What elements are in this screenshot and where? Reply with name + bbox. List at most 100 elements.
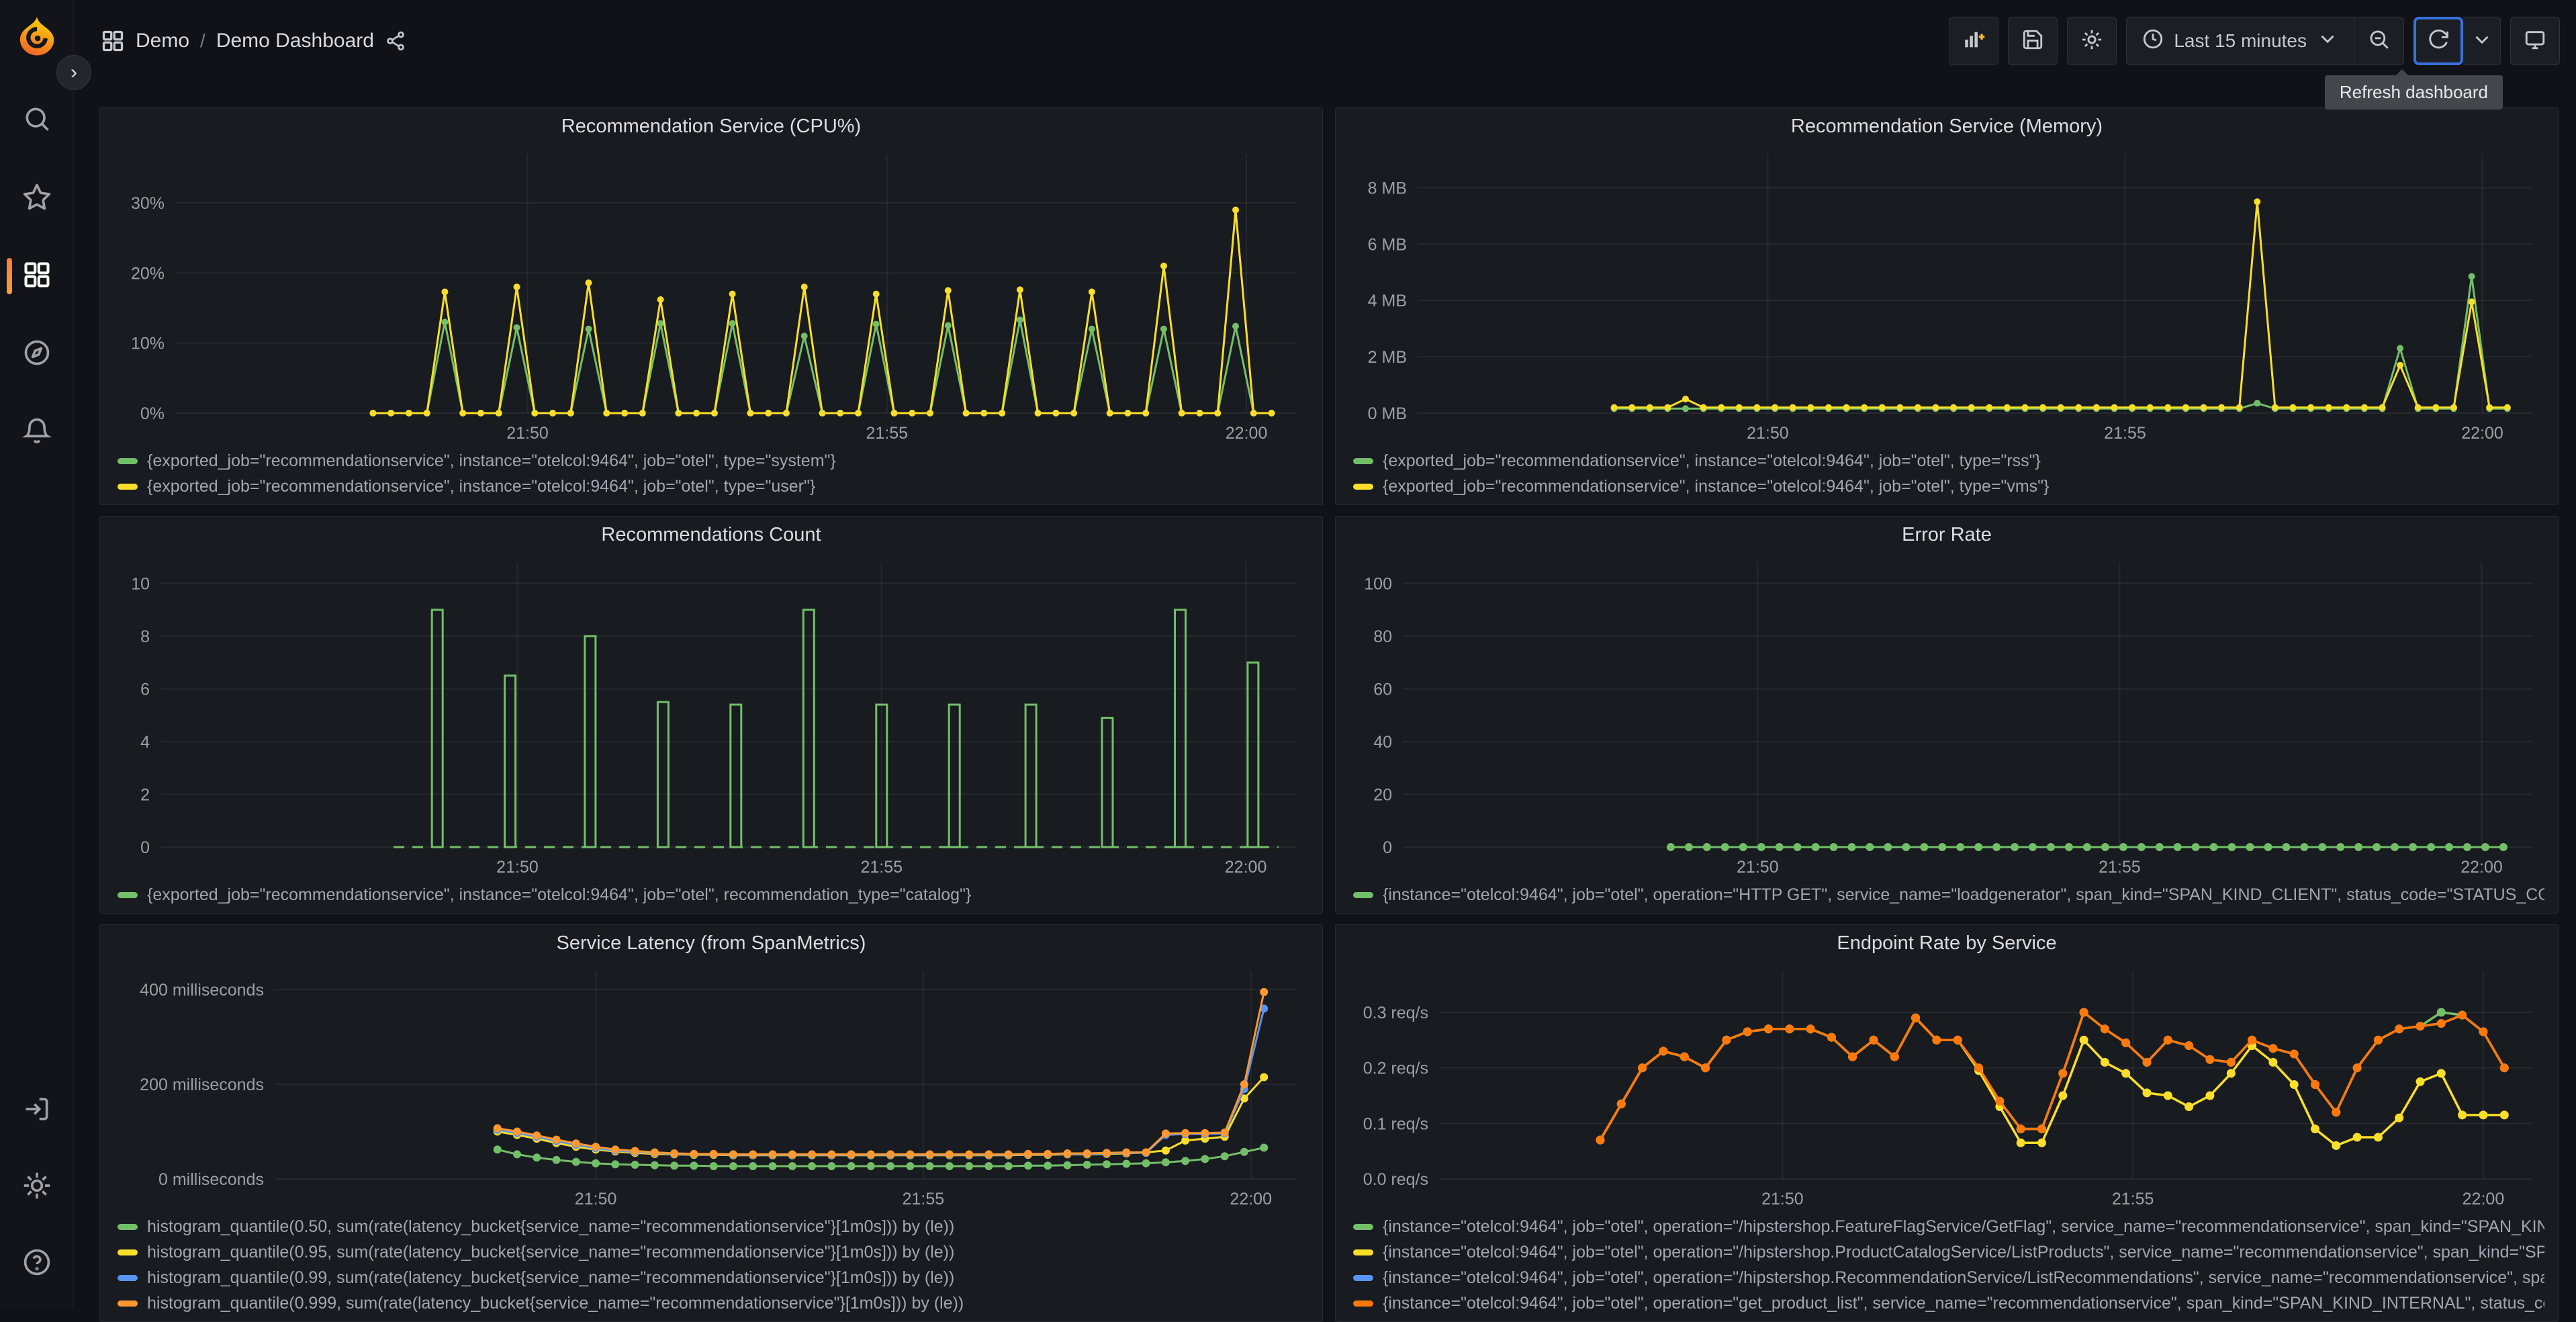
share-icon[interactable]	[385, 30, 406, 52]
svg-text:0 milliseconds: 0 milliseconds	[158, 1170, 264, 1189]
legend-label[interactable]: histogram_quantile(0.99, sum(rate(latenc…	[147, 1268, 954, 1288]
svg-text:10%: 10%	[131, 335, 165, 353]
time-range-picker[interactable]: Last 15 minutes	[2126, 17, 2354, 65]
refresh-dashboard-button[interactable]	[2413, 17, 2463, 65]
legend-label[interactable]: {exported_job="recommendationservice", i…	[147, 451, 836, 471]
chart-canvas[interactable]: 21:5021:5522:000.0 req/s0.1 req/s0.2 req…	[1344, 961, 2550, 1211]
panel-plot[interactable]: 21:5021:5522:000.0 req/s0.1 req/s0.2 req…	[1344, 961, 2550, 1211]
panel-title: Recommendation Service (CPU%)	[561, 116, 861, 138]
legend-item[interactable]: histogram_quantile(0.50, sum(rate(latenc…	[118, 1214, 1309, 1239]
legend-item[interactable]: {exported_job="recommendationservice", i…	[1353, 474, 2544, 499]
chart-canvas[interactable]: 21:5021:5522:000 MB2 MB4 MB6 MB8 MB	[1344, 144, 2550, 445]
legend-item[interactable]: {exported_job="recommendationservice", i…	[118, 882, 1309, 908]
panel-plot[interactable]: 21:5021:5522:000246810	[108, 553, 1314, 879]
legend-label[interactable]: {instance="otelcol:9464", job="otel", op…	[1383, 1268, 2544, 1288]
dashboard-settings-button[interactable]	[2067, 17, 2117, 65]
chevron-right-icon: ›	[71, 61, 77, 84]
legend-label[interactable]: histogram_quantile(0.95, sum(rate(latenc…	[147, 1243, 954, 1262]
legend-item[interactable]: {instance="otelcol:9464", job="otel", op…	[1353, 1290, 2544, 1316]
panel-header[interactable]: Endpoint Rate by Service	[1344, 925, 2550, 961]
svg-text:21:55: 21:55	[2104, 424, 2146, 443]
apps-grid-icon	[101, 29, 125, 53]
panel-legend: {instance="otelcol:9464", job="otel", op…	[1344, 1211, 2550, 1316]
sidebar-item-settings[interactable]	[0, 1166, 74, 1208]
svg-text:0: 0	[1383, 838, 1392, 857]
svg-text:22:00: 22:00	[2461, 424, 2503, 443]
legend-swatch	[1353, 1249, 1373, 1255]
panel-header[interactable]: Error Rate	[1344, 517, 2550, 553]
panel-header[interactable]: Recommendation Service (CPU%)	[108, 108, 1314, 144]
legend-item[interactable]: {exported_job="recommendationservice", i…	[118, 448, 1309, 474]
legend-label[interactable]: histogram_quantile(0.999, sum(rate(laten…	[147, 1294, 964, 1313]
legend-label[interactable]: histogram_quantile(0.50, sum(rate(latenc…	[147, 1217, 954, 1237]
svg-text:200 milliseconds: 200 milliseconds	[140, 1075, 264, 1094]
legend-item[interactable]: {instance="otelcol:9464", job="otel", op…	[1353, 1239, 2544, 1265]
add-panel-button[interactable]	[1949, 17, 1998, 65]
time-range-label: Last 15 minutes	[2174, 30, 2307, 52]
sidebar-item-sign-in[interactable]	[0, 1090, 74, 1131]
legend-label[interactable]: {exported_job="recommendationservice", i…	[1383, 477, 2049, 496]
zoom-out-button[interactable]	[2354, 17, 2404, 65]
legend-item[interactable]: histogram_quantile(0.999, sum(rate(laten…	[118, 1290, 1309, 1316]
legend-item[interactable]: {instance="otelcol:9464", job="otel", op…	[1353, 1265, 2544, 1290]
legend-item[interactable]: histogram_quantile(0.99, sum(rate(latenc…	[118, 1265, 1309, 1290]
sidebar-item-dashboards[interactable]	[0, 255, 74, 297]
sign-in-icon	[22, 1094, 52, 1127]
svg-text:4: 4	[140, 733, 150, 752]
chart-canvas[interactable]: 21:5021:5522:000246810	[108, 553, 1314, 879]
legend-swatch	[118, 892, 138, 898]
legend-swatch	[118, 1249, 138, 1255]
refresh-interval-dropdown[interactable]	[2463, 17, 2501, 65]
panel-legend: {exported_job="recommendationservice", i…	[108, 445, 1314, 499]
kiosk-mode-button[interactable]	[2510, 17, 2560, 65]
grafana-logo[interactable]	[14, 15, 60, 60]
legend-swatch	[1353, 484, 1373, 490]
legend-label[interactable]: {instance="otelcol:9464", job="otel", op…	[1383, 1243, 2544, 1262]
panel-plot[interactable]: 21:5021:5522:000 MB2 MB4 MB6 MB8 MB	[1344, 144, 2550, 445]
legend-label[interactable]: {instance="otelcol:9464", job="otel", op…	[1383, 1217, 2544, 1237]
legend-label[interactable]: {exported_job="recommendationservice", i…	[147, 477, 815, 496]
help-icon	[22, 1247, 52, 1280]
legend-item[interactable]: {instance="otelcol:9464", job="otel", op…	[1353, 1214, 2544, 1239]
legend-label[interactable]: {instance="otelcol:9464", job="otel", op…	[1383, 885, 2544, 905]
panel-header[interactable]: Recommendation Service (Memory)	[1344, 108, 2550, 144]
sidebar-item-explore[interactable]	[0, 333, 74, 375]
legend-item[interactable]: {exported_job="recommendationservice", i…	[118, 474, 1309, 499]
chart-canvas[interactable]: 21:5021:5522:000 milliseconds200 millise…	[108, 961, 1314, 1211]
save-dashboard-button[interactable]	[2008, 17, 2058, 65]
panel-title: Error Rate	[1902, 524, 1992, 546]
sidebar-item-alerting[interactable]	[0, 411, 74, 453]
svg-text:21:50: 21:50	[1737, 858, 1779, 877]
svg-text:0.0 req/s: 0.0 req/s	[1363, 1170, 1428, 1189]
clock-icon	[2142, 28, 2164, 55]
breadcrumb: Demo / Demo Dashboard	[101, 29, 406, 53]
panel-header[interactable]: Recommendations Count	[108, 517, 1314, 553]
sidebar-item-search[interactable]	[0, 99, 74, 141]
panel-plot[interactable]: 21:5021:5522:000 milliseconds200 millise…	[108, 961, 1314, 1211]
breadcrumb-folder[interactable]: Demo	[136, 30, 189, 52]
sidebar-expand-button[interactable]: ›	[56, 55, 91, 90]
panel-plot[interactable]: 21:5021:5522:000%10%20%30%	[108, 144, 1314, 445]
legend-item[interactable]: {exported_job="recommendationservice", i…	[1353, 448, 2544, 474]
svg-text:2: 2	[140, 785, 150, 804]
sidebar-item-starred[interactable]	[0, 177, 74, 219]
legend-item[interactable]: histogram_quantile(0.95, sum(rate(latenc…	[118, 1239, 1309, 1265]
panel-header[interactable]: Service Latency (from SpanMetrics)	[108, 925, 1314, 961]
sidebar	[0, 0, 74, 1309]
panel-plot[interactable]: 21:5021:5522:00020406080100	[1344, 553, 2550, 879]
legend-swatch	[1353, 1224, 1373, 1230]
legend-item[interactable]: {instance="otelcol:9464", job="otel", op…	[1353, 882, 2544, 908]
chart-canvas[interactable]: 21:5021:5522:00020406080100	[1344, 553, 2550, 879]
chart-canvas[interactable]: 21:5021:5522:000%10%20%30%	[108, 144, 1314, 445]
breadcrumb-dashboard-title[interactable]: Demo Dashboard	[216, 30, 374, 52]
chevron-down-icon	[2471, 28, 2493, 54]
legend-label[interactable]: {instance="otelcol:9464", job="otel", op…	[1383, 1294, 2544, 1313]
panel-recommendation-cpu: Recommendation Service (CPU%) 21:5021:55…	[99, 107, 1323, 505]
legend-label[interactable]: {exported_job="recommendationservice", i…	[147, 885, 971, 905]
sidebar-item-help[interactable]	[0, 1243, 74, 1284]
svg-text:21:50: 21:50	[496, 858, 539, 877]
legend-label[interactable]: {exported_job="recommendationservice", i…	[1383, 451, 2041, 471]
svg-text:21:50: 21:50	[1761, 1190, 1804, 1208]
dashboard-grid: Recommendation Service (CPU%) 21:5021:55…	[74, 82, 2576, 1309]
dashboards-grid-icon	[22, 260, 52, 293]
